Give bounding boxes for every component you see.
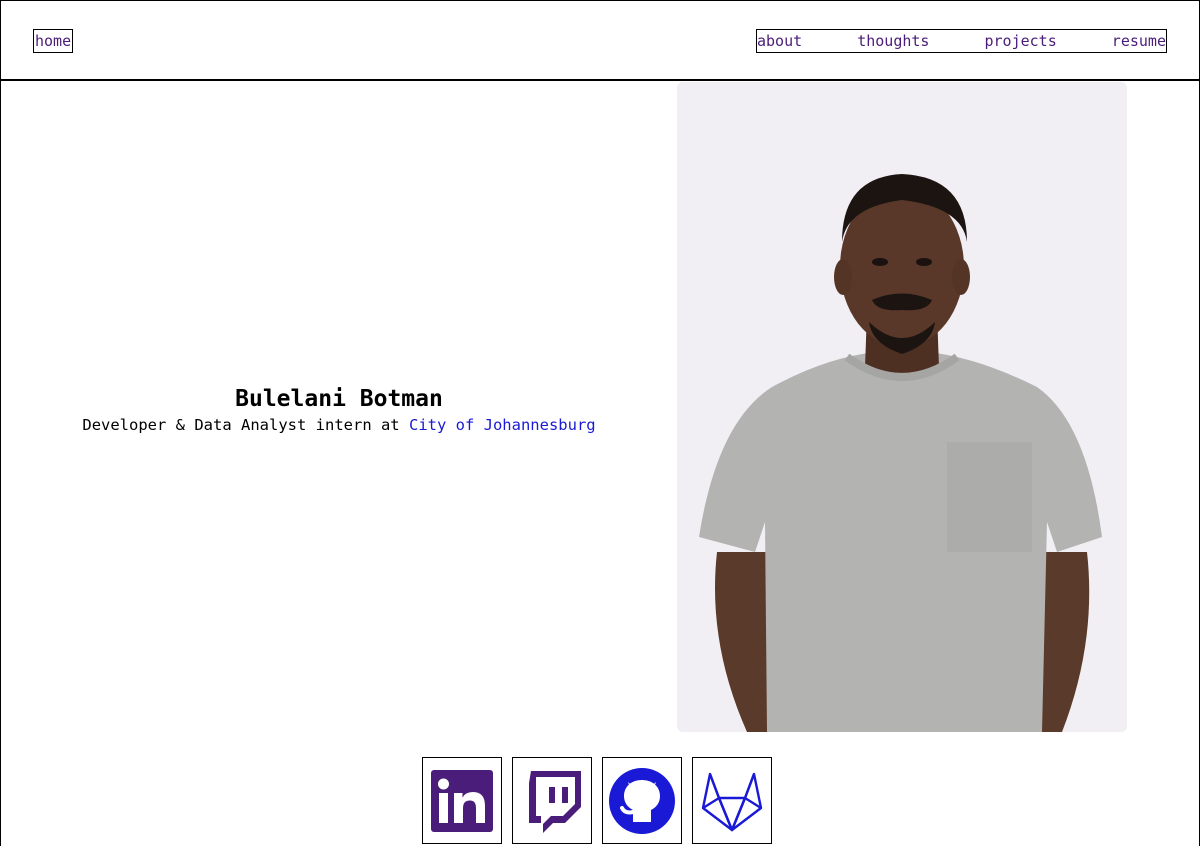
- twitch-icon: [529, 770, 581, 833]
- linkedin-icon: [431, 769, 493, 832]
- gitlab-icon: [701, 772, 763, 831]
- profile-name: Bulelani Botman: [235, 386, 443, 412]
- profile-tagline: Developer & Data Analyst intern at City …: [1, 414, 677, 436]
- nav-projects-link[interactable]: projects: [985, 30, 1057, 52]
- main-nav: about thoughts projects resume: [756, 29, 1167, 53]
- employer-link[interactable]: City of Johannesburg: [409, 416, 596, 434]
- github-link[interactable]: [602, 757, 682, 844]
- site-header: home about thoughts projects resume: [1, 1, 1199, 81]
- tagline-text: Developer & Data Analyst intern at: [82, 416, 409, 434]
- nav-home-link[interactable]: home: [33, 29, 74, 53]
- nav-resume-link[interactable]: resume: [1112, 30, 1166, 52]
- github-icon: [609, 767, 675, 834]
- linkedin-link[interactable]: [422, 757, 502, 844]
- page-frame: home about thoughts projects resume Bule…: [0, 0, 1200, 846]
- gitlab-link[interactable]: [692, 757, 772, 844]
- nav-about-link[interactable]: about: [757, 30, 802, 52]
- intro-section: Bulelani Botman Developer & Data Analyst…: [1, 384, 677, 436]
- social-links: [422, 757, 772, 844]
- twitch-link[interactable]: [512, 757, 592, 844]
- person-illustration: [677, 82, 1127, 732]
- nav-thoughts-link[interactable]: thoughts: [857, 30, 929, 52]
- profile-photo: [677, 82, 1127, 732]
